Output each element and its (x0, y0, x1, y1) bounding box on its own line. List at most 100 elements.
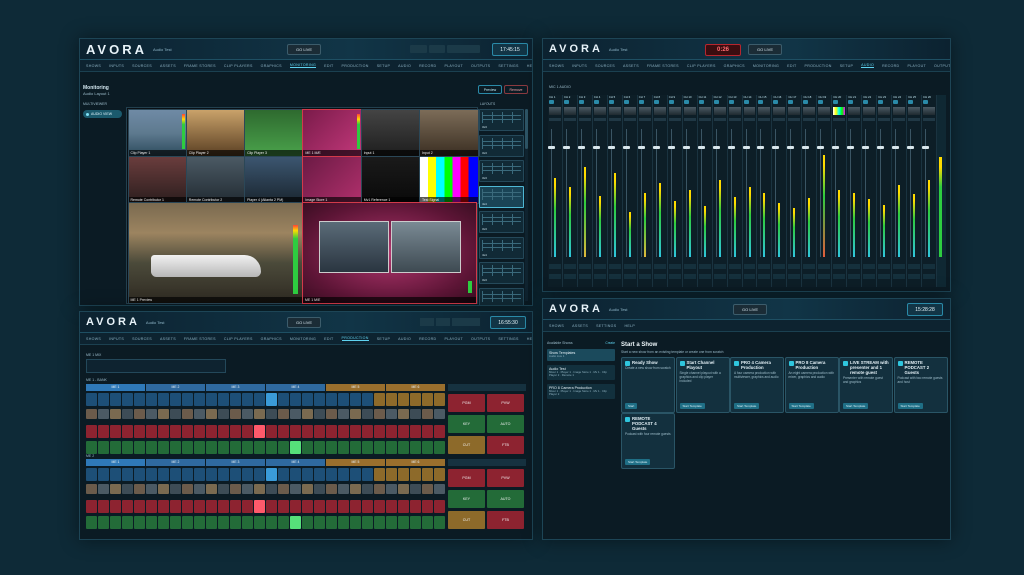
source-button[interactable] (362, 516, 373, 529)
source-button[interactable] (398, 409, 409, 419)
nav-item-outputs[interactable]: OUTPUTS (471, 64, 490, 68)
source-button[interactable] (374, 441, 385, 454)
nav-item-settings[interactable]: SETTINGS (596, 324, 616, 328)
source-button[interactable] (386, 516, 397, 529)
source-button[interactable] (122, 516, 133, 529)
source-button[interactable] (110, 409, 121, 419)
source-button[interactable] (218, 409, 229, 419)
source-button[interactable] (422, 468, 433, 481)
source-button[interactable] (230, 441, 241, 454)
source-button[interactable] (158, 500, 169, 513)
mute-button[interactable] (848, 100, 854, 104)
multiview-tile[interactable]: Input 1 (360, 108, 421, 157)
layout-option[interactable]: 3x3 (479, 134, 524, 157)
source-button[interactable] (350, 393, 361, 406)
nav-item-audio[interactable]: AUDIO (861, 63, 875, 68)
nav-item-graphics[interactable]: GRAPHICS (261, 64, 282, 68)
key-key[interactable]: KEY (448, 490, 485, 508)
program-preview-large[interactable]: ME 1 Preview (127, 202, 303, 304)
source-button[interactable] (350, 409, 361, 419)
pan-control[interactable] (638, 274, 651, 279)
solo-button[interactable] (788, 118, 801, 121)
source-button[interactable] (350, 500, 361, 513)
source-button[interactable] (134, 409, 145, 419)
source-button[interactable] (314, 516, 325, 529)
solo-button[interactable] (893, 118, 906, 121)
source-button[interactable] (434, 484, 445, 494)
fader-handle[interactable] (577, 145, 585, 149)
source-button[interactable] (170, 484, 181, 494)
layout-option[interactable]: 3x3 (479, 160, 524, 182)
source-button[interactable] (122, 393, 133, 406)
multiview-tile[interactable]: Input 2 (419, 108, 479, 157)
source-button[interactable] (158, 441, 169, 454)
source-button[interactable] (122, 409, 133, 419)
source-button[interactable] (86, 393, 97, 406)
key-pvw[interactable]: PVW (487, 394, 524, 412)
mute-button[interactable] (698, 100, 704, 104)
source-button[interactable] (230, 393, 241, 406)
nav-item-audio[interactable]: AUDIO (398, 337, 411, 341)
source-button[interactable] (206, 468, 217, 481)
source-button[interactable] (386, 409, 397, 419)
source-button[interactable] (266, 441, 277, 454)
pan-control[interactable] (908, 274, 921, 279)
source-button[interactable] (410, 441, 421, 454)
multiview-tile[interactable]: Clip Player 2 (185, 108, 246, 157)
source-button[interactable] (182, 500, 193, 513)
source-button[interactable] (122, 468, 133, 481)
source-button[interactable] (158, 468, 169, 481)
source-button[interactable] (386, 441, 397, 454)
source-button[interactable] (206, 484, 217, 494)
nav-item-frame-stores[interactable]: FRAME STORES (184, 337, 216, 341)
program-output-large[interactable]: ME 1 M/E (302, 202, 477, 304)
source-button[interactable] (302, 441, 313, 454)
source-button[interactable] (398, 441, 409, 454)
source-button[interactable] (86, 484, 97, 494)
mute-button[interactable] (833, 100, 839, 104)
source-button[interactable] (338, 393, 349, 406)
nav-item-graphics[interactable]: GRAPHICS (724, 64, 745, 68)
source-button[interactable] (338, 500, 349, 513)
source-button[interactable] (242, 425, 253, 438)
source-button[interactable] (86, 425, 97, 438)
source-button[interactable] (410, 409, 421, 419)
source-button[interactable] (386, 393, 397, 406)
source-button[interactable] (362, 441, 373, 454)
source-button[interactable] (290, 468, 301, 481)
nav-item-monitoring[interactable]: MONITORING (753, 64, 779, 68)
source-button[interactable] (362, 468, 373, 481)
source-button[interactable] (410, 484, 421, 494)
mute-button[interactable] (773, 100, 779, 104)
source-button[interactable] (110, 393, 121, 406)
source-button[interactable] (194, 484, 205, 494)
source-button[interactable] (86, 516, 97, 529)
source-button[interactable] (230, 484, 241, 494)
source-button[interactable] (302, 468, 313, 481)
key-pgm[interactable]: PGM (448, 469, 485, 487)
nav-item-edit[interactable]: EDIT (324, 337, 333, 341)
nav-item-outputs[interactable]: OUTPUTS (471, 337, 490, 341)
source-button[interactable] (170, 425, 181, 438)
source-button[interactable] (434, 468, 445, 481)
solo-button[interactable] (653, 118, 666, 121)
source-button[interactable] (398, 500, 409, 513)
pan-control[interactable] (743, 274, 756, 279)
bank-group-header[interactable]: ME 3 (206, 384, 265, 391)
source-button[interactable] (266, 468, 277, 481)
source-button[interactable] (338, 441, 349, 454)
source-button[interactable] (338, 409, 349, 419)
source-button[interactable] (98, 468, 109, 481)
solo-button[interactable] (743, 118, 756, 121)
bank-group-header[interactable]: ME 6 (386, 384, 445, 391)
start-template-button[interactable]: Start (625, 403, 638, 409)
bank-group-header[interactable]: ME 2 (146, 384, 205, 391)
multiview-tile[interactable]: Remote Contributor 1 (127, 155, 187, 204)
show-list-item[interactable]: Audio Test Mixer 1 · Player 1 · Image Sto… (547, 364, 615, 380)
nav-item-assets[interactable]: ASSETS (160, 64, 176, 68)
pan-control[interactable] (848, 274, 861, 279)
source-button[interactable] (98, 409, 109, 419)
solo-button[interactable] (833, 118, 846, 121)
source-button[interactable] (146, 425, 157, 438)
source-button[interactable] (434, 516, 445, 529)
